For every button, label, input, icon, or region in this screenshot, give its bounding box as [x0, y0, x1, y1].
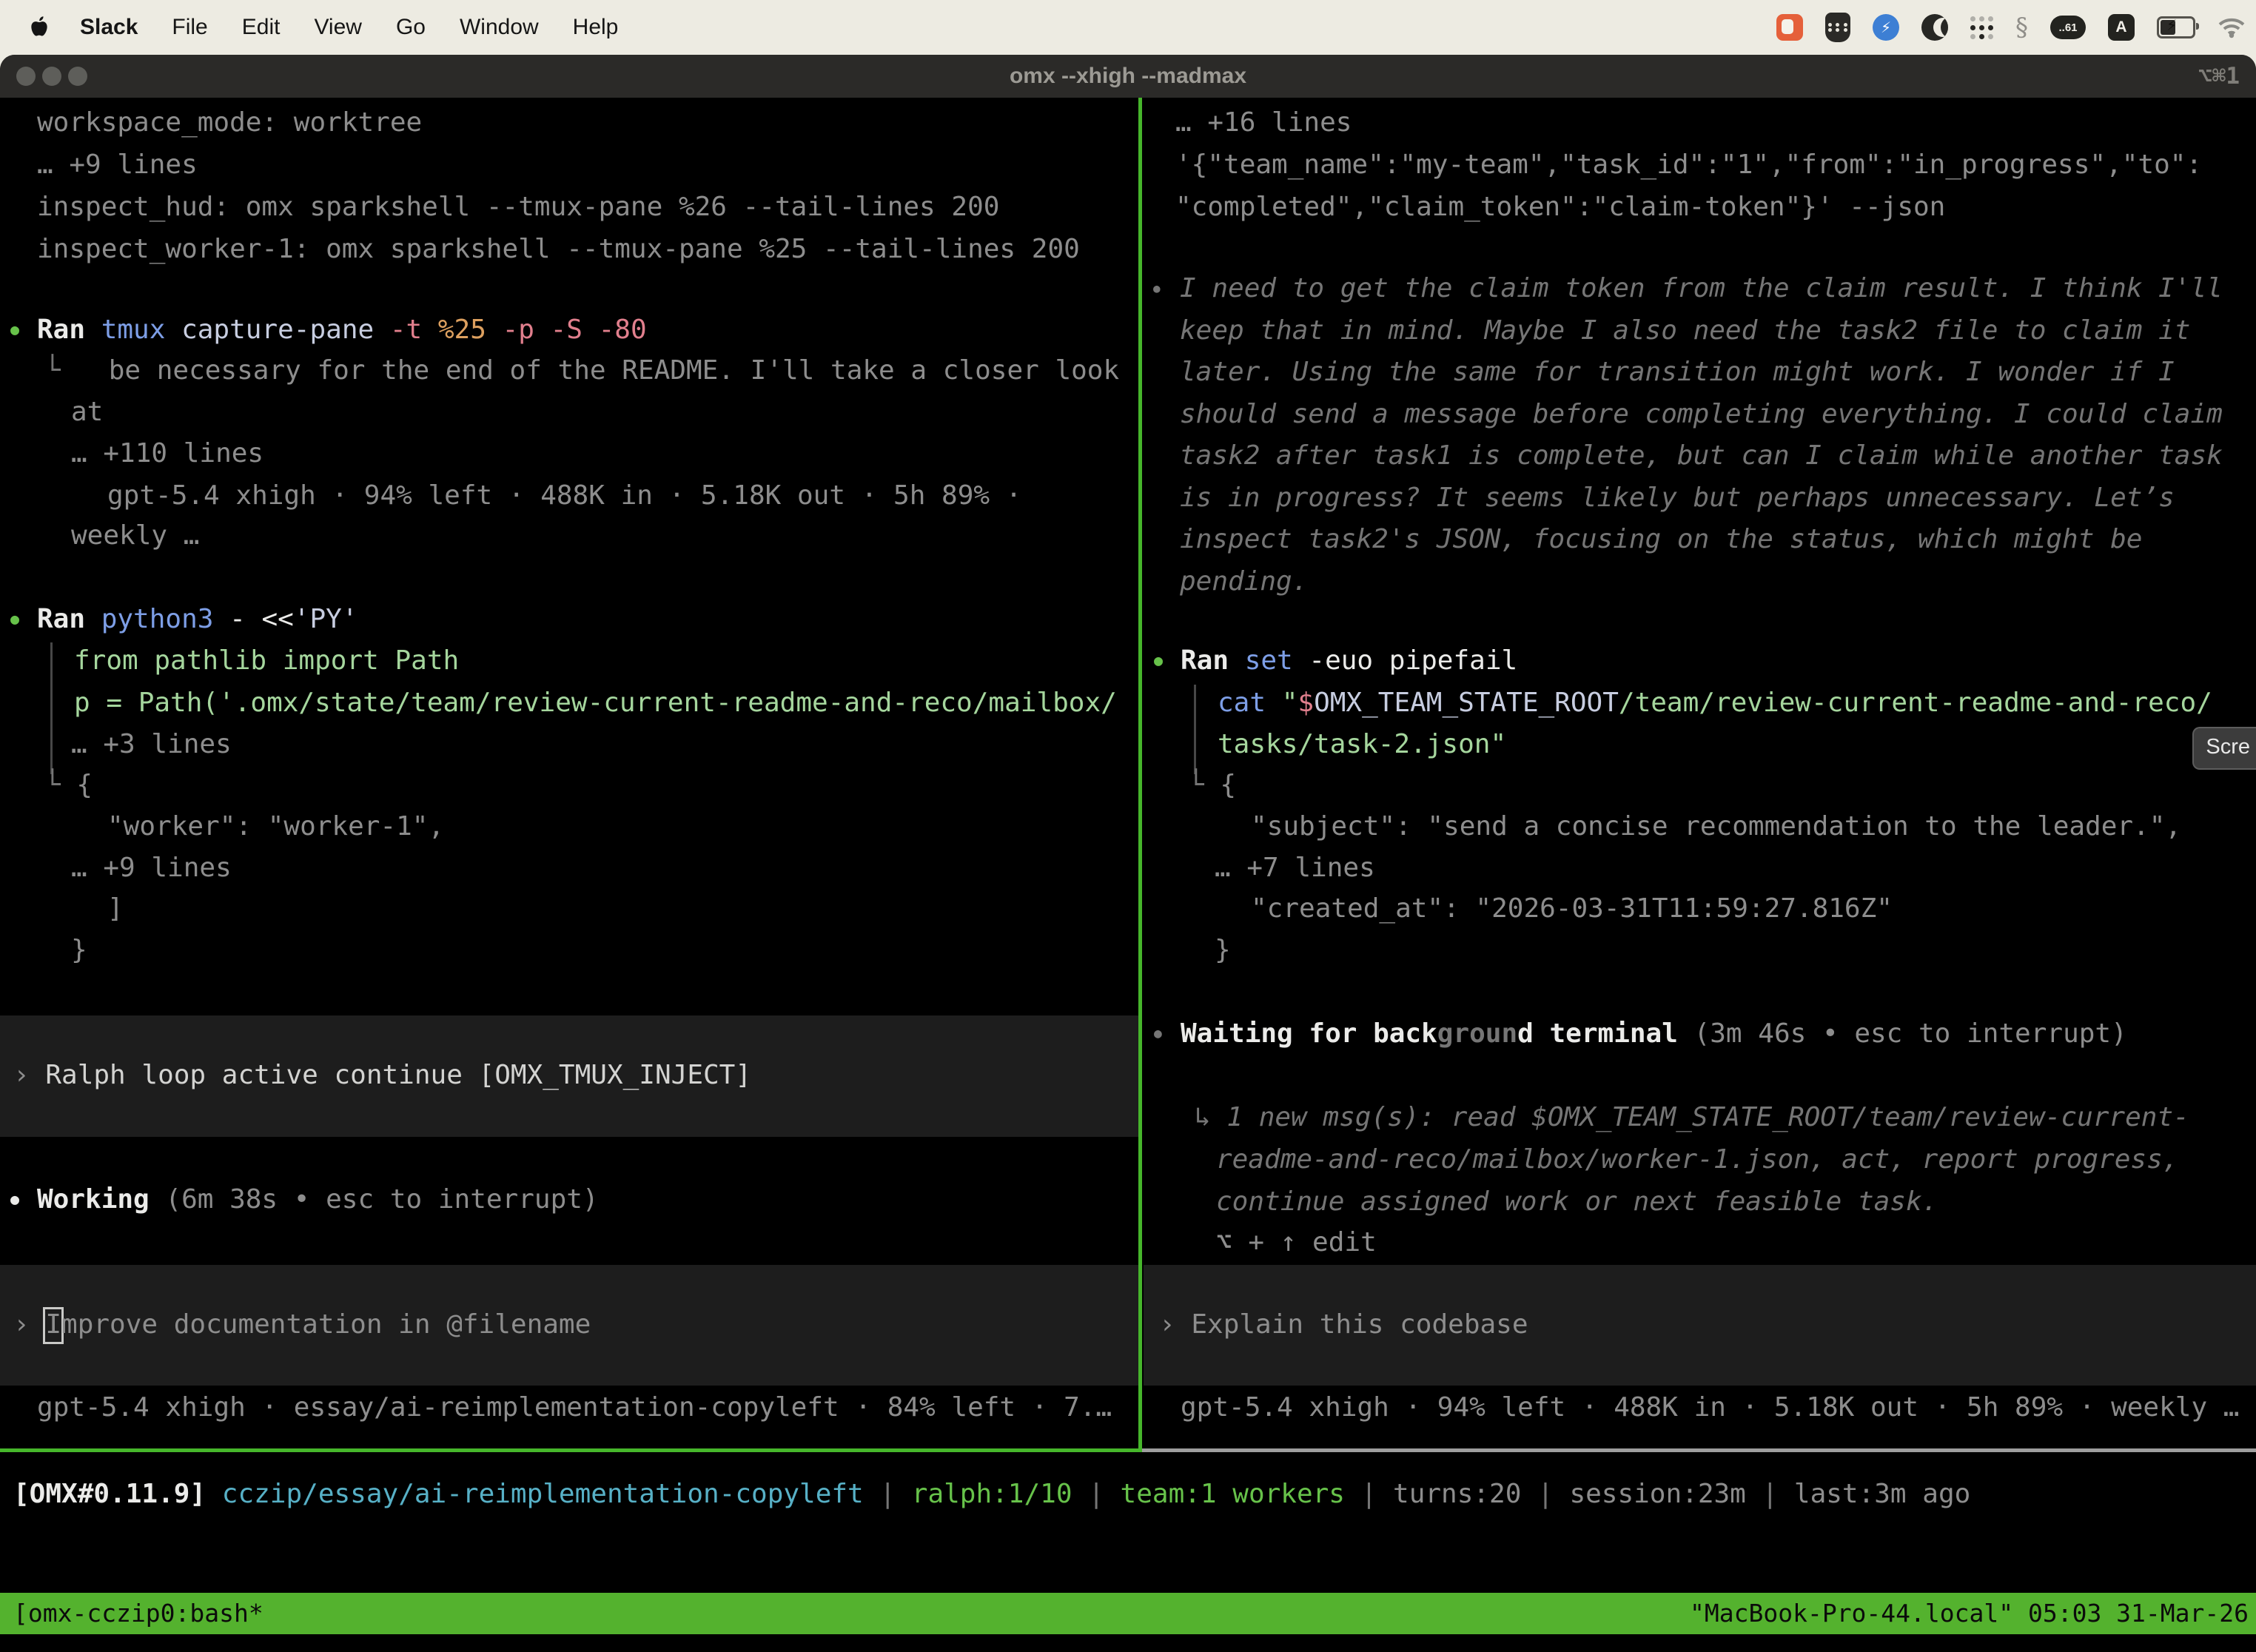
output-line: … +9 lines: [37, 144, 198, 186]
ran-command-line: Ran python3 - <<'PY': [37, 598, 358, 640]
hook-icon[interactable]: §: [2015, 13, 2028, 42]
output-line: … +110 lines: [71, 432, 263, 474]
pane-divider: [1138, 98, 1142, 1451]
wifi-icon[interactable]: [2218, 16, 2246, 38]
badge-61-icon[interactable]: ..61: [2050, 16, 2086, 39]
output-line: └ {: [1188, 764, 1236, 806]
menu-app-name[interactable]: Slack: [80, 15, 138, 40]
thinking-bullet: ●: [1153, 267, 1161, 309]
waiting-bullet: ●: [1154, 1013, 1162, 1055]
output-line: }: [71, 929, 87, 971]
output-line: … +16 lines: [1175, 101, 1352, 144]
output-line: └ be necessary for the end of the README…: [44, 349, 1119, 392]
menu-items: File Edit View Go Window Help: [172, 15, 618, 40]
grid-icon[interactable]: [1970, 16, 1993, 39]
output-line: ]: [107, 887, 124, 930]
run-bullet: ●: [10, 309, 19, 351]
output-line: … +7 lines: [1215, 847, 1375, 889]
output-line: … +9 lines: [71, 847, 232, 889]
working-status-line: Working (6m 38s • esc to interrupt): [37, 1178, 599, 1220]
output-line: … +3 lines: [71, 723, 232, 765]
apple-menu-icon[interactable]: [30, 16, 49, 39]
edit-hint-line: ⌥ + ↑ edit: [1216, 1221, 1377, 1263]
output-line: "worker": "worker-1",: [107, 805, 444, 847]
screenshot-button[interactable]: Scre: [2192, 727, 2256, 770]
code-line: tasks/task-2.json": [1218, 723, 1506, 765]
menu-item-file[interactable]: File: [172, 15, 207, 40]
output-line: workspace_mode: worktree: [37, 101, 422, 144]
thinking-line: I need to get the claim token from the c…: [1180, 267, 2223, 309]
tmux-host-time-label: "MacBook-Pro-44.local" 05:03 31-Mar-26: [1690, 1593, 2249, 1634]
output-line: }: [1215, 929, 1231, 971]
chat-icon[interactable]: [1776, 14, 1803, 41]
terminal-content: workspace_mode: worktree… +9 linesinspec…: [0, 0, 2256, 1652]
tmux-status-bar: [omx-cczip0:bash* "MacBook-Pro-44.local"…: [0, 1593, 2256, 1634]
battery-icon[interactable]: ⚡: [2157, 16, 2195, 38]
code-line: cat "$OMX_TEAM_STATE_ROOT/team/review-cu…: [1218, 682, 2212, 724]
thinking-line: is in progress? It seems likely but perh…: [1180, 477, 2175, 519]
menu-status-icons: ⚡ § ..61 A ⚡: [1776, 0, 2246, 55]
thinking-line: pending.: [1180, 560, 1308, 602]
thinking-line: task2 after task1 is complete, but can I…: [1180, 434, 2223, 477]
output-line: "subject": "send a concise recommendatio…: [1251, 805, 2181, 847]
output-line: └ {: [44, 764, 93, 806]
ran-command-line: Ran tmux capture-pane -t %25 -p -S -80: [37, 309, 647, 351]
mailbox-message-line: readme-and-reco/mailbox/worker-1.json, a…: [1216, 1138, 2178, 1181]
moon-icon[interactable]: [1921, 14, 1948, 41]
omx-status-line: [OMX#0.11.9] cczip/essay/ai-reimplementa…: [13, 1473, 1970, 1515]
output-line: inspect_worker-1: omx sparkshell --tmux-…: [37, 228, 1080, 270]
inactive-pane-border: [1142, 1448, 2256, 1452]
output-line: gpt-5.4 xhigh · 94% left · 488K in · 5.1…: [107, 474, 1021, 517]
code-line: from pathlib import Path: [74, 639, 459, 682]
menu-item-edit[interactable]: Edit: [242, 15, 281, 40]
mailbox-message-line: ↳ 1 new msg(s): read $OMX_TEAM_STATE_ROO…: [1195, 1096, 2189, 1138]
run-bullet: ●: [1154, 639, 1163, 682]
ralph-loop-banner: › Ralph loop active continue [OMX_TMUX_I…: [13, 1054, 751, 1096]
waiting-status-line: Waiting for background terminal (3m 46s …: [1181, 1013, 2127, 1055]
working-bullet: ●: [10, 1178, 19, 1220]
output-line: "created_at": "2026-03-31T11:59:27.816Z": [1251, 887, 1893, 930]
menu-item-window[interactable]: Window: [460, 15, 539, 40]
output-line: inspect_hud: omx sparkshell --tmux-pane …: [37, 186, 999, 228]
ran-command-line: Ran set -euo pipefail: [1181, 639, 1517, 682]
output-line: '{"team_name":"my-team","task_id":"1","f…: [1175, 144, 2202, 186]
output-connector-right: [1194, 685, 1196, 774]
shield-icon[interactable]: [1825, 13, 1850, 42]
thinking-line: later. Using the same for transition mig…: [1180, 351, 2175, 393]
a-key-icon[interactable]: A: [2108, 14, 2135, 41]
output-connector-left: [50, 642, 53, 774]
model-status-right: gpt-5.4 xhigh · 94% left · 488K in · 5.1…: [1181, 1386, 2239, 1428]
prompt-placeholder-right: › Explain this codebase: [1159, 1303, 1528, 1346]
thinking-line: should send a message before completing …: [1180, 393, 2223, 435]
output-line: "completed","claim_token":"claim-token"}…: [1175, 186, 1945, 228]
nav-icon[interactable]: ⚡: [1873, 14, 1899, 41]
run-bullet: ●: [10, 598, 19, 640]
tmux-session-label: [omx-cczip0:bash*: [13, 1593, 263, 1634]
menu-item-go[interactable]: Go: [396, 15, 426, 40]
code-line: p = Path('.omx/state/team/review-current…: [74, 682, 1117, 724]
output-line: weekly …: [71, 514, 199, 557]
thinking-line: inspect task2's JSON, focusing on the st…: [1180, 518, 2142, 560]
active-pane-border: [0, 1448, 1142, 1452]
prompt-placeholder-left: › Improve documentation in @filename: [13, 1303, 591, 1346]
menu-item-help[interactable]: Help: [573, 15, 619, 40]
mailbox-message-line: continue assigned work or next feasible …: [1216, 1181, 1938, 1223]
thinking-line: keep that in mind. Maybe I also need the…: [1180, 309, 2190, 352]
output-line: at: [71, 391, 103, 433]
menu-bar: Slack File Edit View Go Window Help ⚡ § ..61 …: [0, 0, 2256, 55]
menu-item-view[interactable]: View: [314, 15, 361, 40]
model-status-left: gpt-5.4 xhigh · essay/ai-reimplementatio…: [37, 1386, 1112, 1428]
